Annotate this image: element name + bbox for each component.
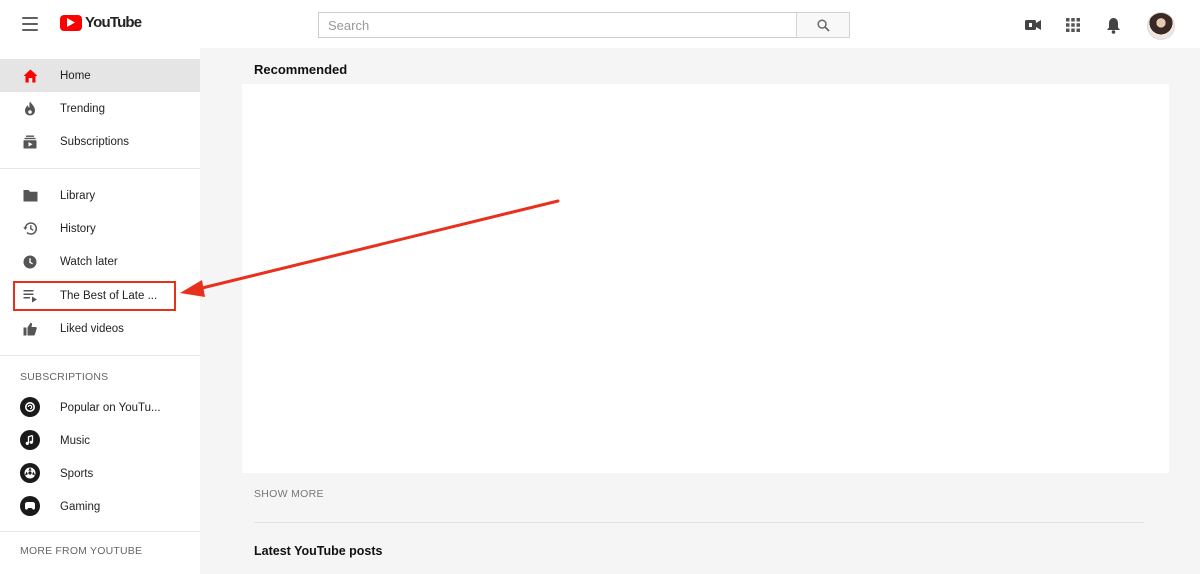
sidebar-divider <box>0 531 200 532</box>
flame-icon <box>21 100 39 118</box>
menu-icon[interactable] <box>20 14 40 34</box>
sidebar-item-history[interactable]: History <box>0 212 200 245</box>
latest-posts-heading: Latest YouTube posts <box>254 544 383 558</box>
sidebar-item-watch-later[interactable]: Watch later <box>0 245 200 278</box>
sidebar-item-label: Subscriptions <box>60 135 130 148</box>
clock-icon <box>21 253 39 271</box>
sidebar-item-gaming[interactable]: Gaming <box>0 490 200 523</box>
annotation-highlight-box <box>13 281 176 311</box>
search-bar <box>318 12 850 38</box>
sidebar-item-home[interactable]: Home <box>0 59 200 92</box>
sidebar: Home Trending Subscriptions Library Hist… <box>0 48 200 574</box>
sidebar-divider <box>0 168 200 169</box>
more-from-youtube-heading: MORE FROM YOUTUBE <box>20 545 143 557</box>
subscriptions-heading: SUBSCRIPTIONS <box>20 371 109 383</box>
sidebar-item-label: Trending <box>60 102 105 115</box>
sidebar-item-label: Gaming <box>60 500 101 513</box>
sidebar-item-popular-on-youtube[interactable]: Popular on YouTu... <box>0 391 200 424</box>
sidebar-divider <box>0 355 200 356</box>
notifications-bell-icon[interactable] <box>1104 16 1122 34</box>
history-icon <box>21 220 39 238</box>
sidebar-item-label: Popular on YouTu... <box>60 401 161 414</box>
search-input[interactable] <box>318 12 796 38</box>
popular-channel-icon <box>20 397 40 417</box>
sidebar-item-subscriptions[interactable]: Subscriptions <box>0 125 200 158</box>
sidebar-item-label: Library <box>60 189 96 202</box>
sidebar-item-music[interactable]: Music <box>0 424 200 457</box>
apps-grid-icon[interactable] <box>1064 16 1082 34</box>
sidebar-item-label: Liked videos <box>60 322 124 335</box>
sidebar-item-library[interactable]: Library <box>0 179 200 212</box>
music-channel-icon <box>20 430 40 450</box>
sidebar-item-liked-videos[interactable]: Liked videos <box>0 312 200 345</box>
gaming-channel-icon <box>20 496 40 516</box>
logo-text: YouTube <box>85 14 142 31</box>
thumbs-up-icon <box>21 320 39 338</box>
sidebar-item-label: Music <box>60 434 91 447</box>
app-window: YouTube Search Home Trending Subscriptio… <box>0 0 1200 574</box>
masthead: YouTube <box>0 0 1200 48</box>
sidebar-item-sports[interactable]: Sports <box>0 457 200 490</box>
sports-channel-icon <box>20 463 40 483</box>
sidebar-item-label: History <box>60 222 96 235</box>
search-icon <box>816 18 830 32</box>
folder-icon <box>21 187 39 205</box>
recommended-heading: Recommended <box>254 62 348 77</box>
show-more-button[interactable]: SHOW MORE <box>254 488 324 500</box>
create-video-icon[interactable] <box>1024 16 1042 34</box>
sidebar-item-label: Watch later <box>60 255 118 268</box>
subscriptions-icon <box>21 133 39 151</box>
sidebar-item-label: Home <box>60 69 91 82</box>
home-icon <box>21 67 39 85</box>
sidebar-item-trending[interactable]: Trending <box>0 92 200 125</box>
search-button[interactable] <box>796 12 850 38</box>
sidebar-item-label: Sports <box>60 467 94 480</box>
youtube-logo[interactable]: YouTube <box>60 14 142 31</box>
play-icon <box>60 14 82 31</box>
recommended-panel <box>242 84 1169 473</box>
avatar[interactable] <box>1147 12 1175 40</box>
section-divider <box>254 522 1144 523</box>
